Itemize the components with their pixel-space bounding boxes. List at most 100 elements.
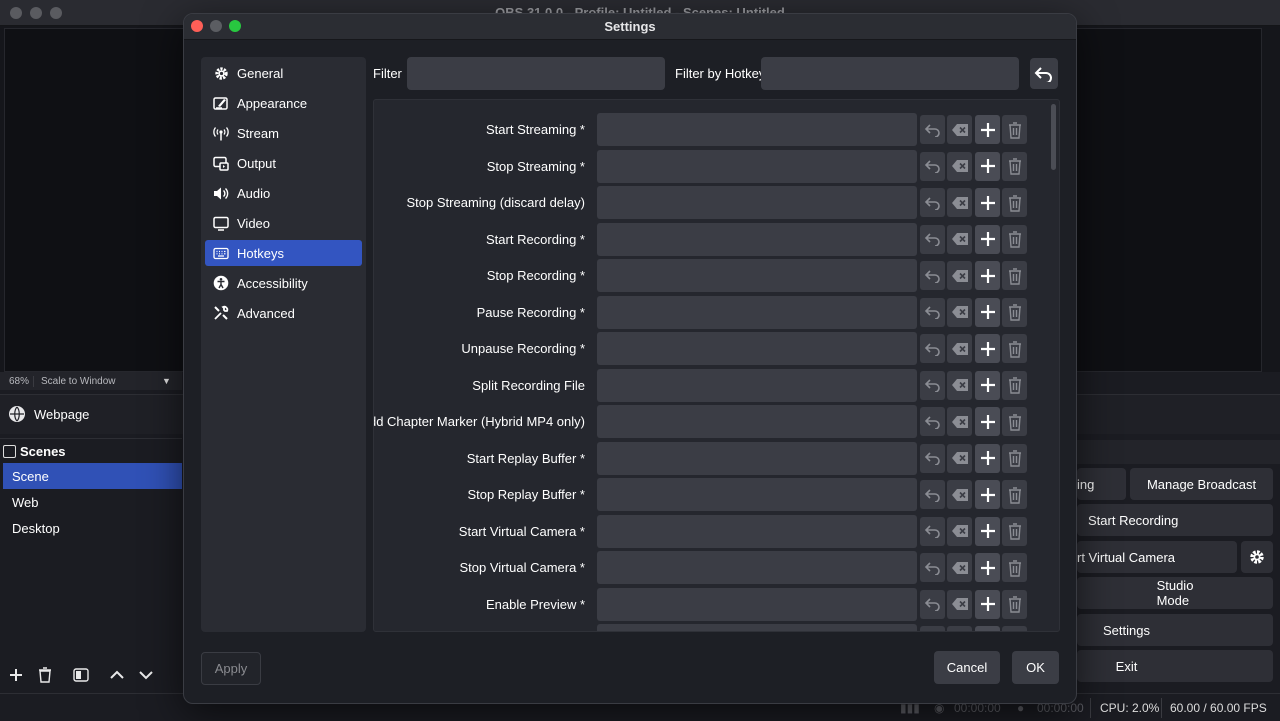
move-scene-up-button[interactable]	[104, 664, 130, 686]
nav-item-advanced[interactable]: Advanced	[205, 300, 362, 326]
exit-button[interactable]: Exit	[1077, 650, 1273, 682]
nav-item-appearance[interactable]: Appearance	[205, 90, 362, 116]
nav-item-stream[interactable]: Stream	[205, 120, 362, 146]
clear-hotkey-button[interactable]	[947, 553, 972, 582]
hotkey-list[interactable]: Start Streaming *Stop Streaming *Stop St…	[373, 99, 1060, 632]
add-hotkey-button[interactable]	[975, 152, 1000, 181]
remove-hotkey-button[interactable]	[1002, 407, 1027, 436]
reset-filter-button[interactable]	[1030, 58, 1058, 89]
hotkey-binding-field[interactable]	[597, 223, 917, 256]
studio-mode-button[interactable]: Studio Mode	[1077, 577, 1273, 609]
apply-button[interactable]: Apply	[201, 652, 261, 685]
revert-hotkey-button[interactable]	[920, 517, 945, 546]
remove-hotkey-button[interactable]	[1002, 444, 1027, 473]
nav-item-accessibility[interactable]: Accessibility	[205, 270, 362, 296]
remove-hotkey-button[interactable]	[1002, 480, 1027, 509]
scrollbar-thumb[interactable]	[1051, 104, 1056, 170]
add-hotkey-button[interactable]	[975, 298, 1000, 327]
add-hotkey-button[interactable]	[975, 590, 1000, 619]
scene-filters-button[interactable]	[68, 664, 94, 686]
ok-button[interactable]: OK	[1012, 651, 1059, 684]
start-streaming-button[interactable]: ing	[1077, 468, 1126, 500]
filter-input[interactable]	[407, 57, 665, 90]
add-scene-button[interactable]	[3, 664, 29, 686]
clear-hotkey-button[interactable]	[947, 590, 972, 619]
revert-hotkey-button[interactable]	[920, 225, 945, 254]
add-hotkey-button[interactable]	[975, 480, 1000, 509]
hotkey-binding-field[interactable]	[597, 624, 917, 632]
nav-item-hotkeys[interactable]: Hotkeys	[205, 240, 362, 266]
hotkey-binding-field[interactable]	[597, 332, 917, 365]
clear-hotkey-button[interactable]	[947, 261, 972, 290]
clear-hotkey-button[interactable]	[947, 334, 972, 363]
add-hotkey-button[interactable]	[975, 261, 1000, 290]
clear-hotkey-button[interactable]	[947, 626, 972, 632]
remove-hotkey-button[interactable]	[1002, 188, 1027, 217]
nav-item-output[interactable]: Output	[205, 150, 362, 176]
add-hotkey-button[interactable]	[975, 188, 1000, 217]
settings-button[interactable]: Settings	[1077, 614, 1273, 646]
clear-hotkey-button[interactable]	[947, 407, 972, 436]
move-scene-down-button[interactable]	[133, 664, 159, 686]
clear-hotkey-button[interactable]	[947, 517, 972, 546]
dock-icon[interactable]	[3, 445, 16, 458]
add-hotkey-button[interactable]	[975, 334, 1000, 363]
remove-hotkey-button[interactable]	[1002, 590, 1027, 619]
clear-hotkey-button[interactable]	[947, 480, 972, 509]
add-hotkey-button[interactable]	[975, 225, 1000, 254]
revert-hotkey-button[interactable]	[920, 334, 945, 363]
remove-hotkey-button[interactable]	[1002, 261, 1027, 290]
filter-hotkey-input[interactable]	[761, 57, 1019, 90]
start-virtual-camera-button[interactable]: rt Virtual Camera	[1077, 541, 1237, 573]
add-hotkey-button[interactable]	[975, 517, 1000, 546]
revert-hotkey-button[interactable]	[920, 152, 945, 181]
hotkey-binding-field[interactable]	[597, 259, 917, 292]
hotkey-binding-field[interactable]	[597, 186, 917, 219]
hotkey-binding-field[interactable]	[597, 405, 917, 438]
clear-hotkey-button[interactable]	[947, 298, 972, 327]
remove-scene-button[interactable]	[32, 664, 58, 686]
revert-hotkey-button[interactable]	[920, 553, 945, 582]
remove-hotkey-button[interactable]	[1002, 371, 1027, 400]
add-hotkey-button[interactable]	[975, 553, 1000, 582]
nav-item-general[interactable]: General	[205, 60, 362, 86]
revert-hotkey-button[interactable]	[920, 444, 945, 473]
revert-hotkey-button[interactable]	[920, 590, 945, 619]
hotkey-binding-field[interactable]	[597, 296, 917, 329]
remove-hotkey-button[interactable]	[1002, 298, 1027, 327]
clear-hotkey-button[interactable]	[947, 371, 972, 400]
remove-hotkey-button[interactable]	[1002, 225, 1027, 254]
remove-hotkey-button[interactable]	[1002, 115, 1027, 144]
revert-hotkey-button[interactable]	[920, 371, 945, 400]
cancel-button[interactable]: Cancel	[934, 651, 1000, 684]
remove-hotkey-button[interactable]	[1002, 152, 1027, 181]
revert-hotkey-button[interactable]	[920, 626, 945, 632]
nav-item-video[interactable]: Video	[205, 210, 362, 236]
zoom-mode[interactable]: Scale to Window	[34, 376, 162, 387]
clear-hotkey-button[interactable]	[947, 115, 972, 144]
virtual-camera-config-button[interactable]	[1241, 541, 1273, 573]
add-hotkey-button[interactable]	[975, 407, 1000, 436]
revert-hotkey-button[interactable]	[920, 407, 945, 436]
remove-hotkey-button[interactable]	[1002, 334, 1027, 363]
hotkey-binding-field[interactable]	[597, 442, 917, 475]
revert-hotkey-button[interactable]	[920, 188, 945, 217]
hotkey-binding-field[interactable]	[597, 478, 917, 511]
add-hotkey-button[interactable]	[975, 371, 1000, 400]
hotkey-binding-field[interactable]	[597, 150, 917, 183]
revert-hotkey-button[interactable]	[920, 298, 945, 327]
revert-hotkey-button[interactable]	[920, 115, 945, 144]
scene-item[interactable]: Desktop	[0, 515, 182, 541]
clear-hotkey-button[interactable]	[947, 225, 972, 254]
hotkey-binding-field[interactable]	[597, 551, 917, 584]
clear-hotkey-button[interactable]	[947, 152, 972, 181]
revert-hotkey-button[interactable]	[920, 480, 945, 509]
hotkey-binding-field[interactable]	[597, 369, 917, 402]
start-recording-button[interactable]: Start Recording	[1077, 504, 1273, 536]
add-hotkey-button[interactable]	[975, 444, 1000, 473]
revert-hotkey-button[interactable]	[920, 261, 945, 290]
remove-hotkey-button[interactable]	[1002, 517, 1027, 546]
scene-item[interactable]: Web	[0, 489, 182, 515]
add-hotkey-button[interactable]	[975, 115, 1000, 144]
clear-hotkey-button[interactable]	[947, 188, 972, 217]
